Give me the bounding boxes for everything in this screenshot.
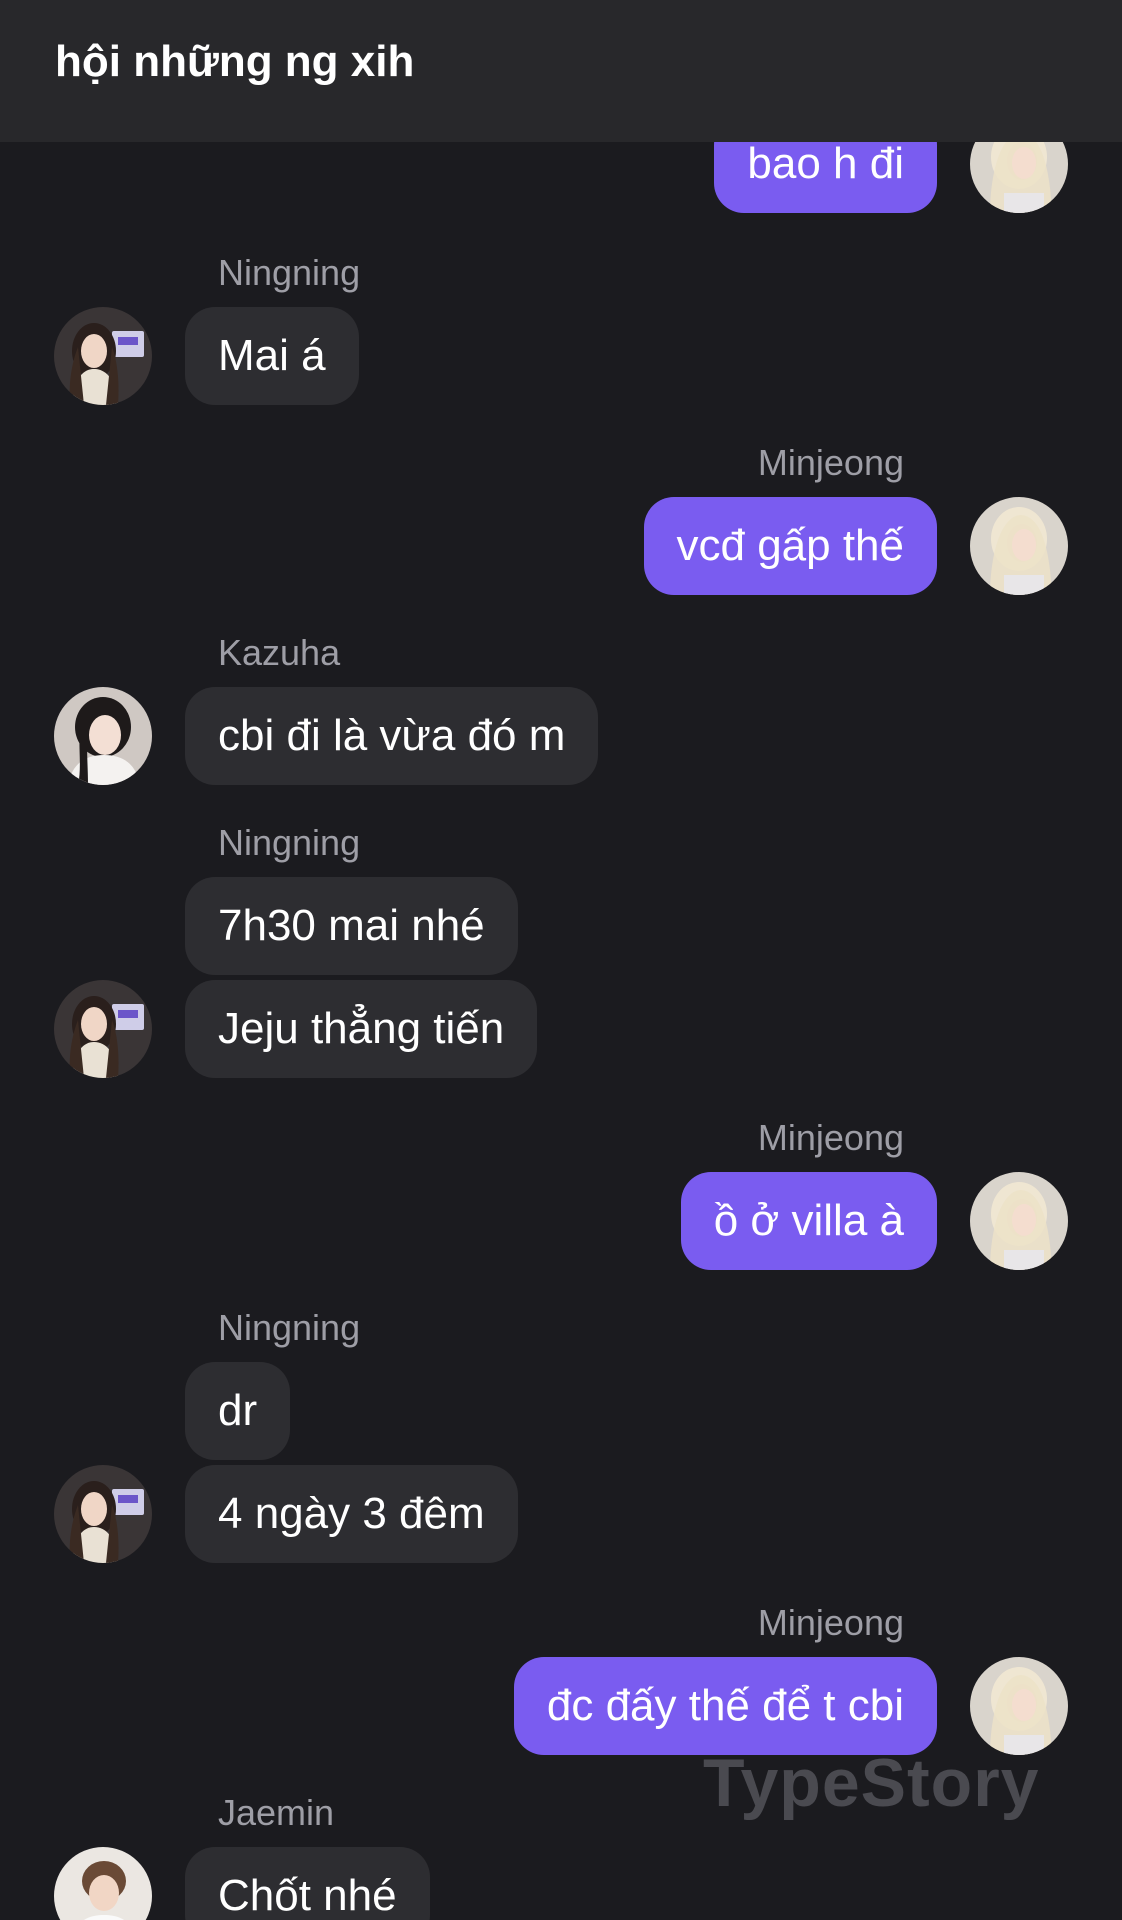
sender-name: Minjeong	[757, 442, 904, 483]
sender-name: Ningning	[218, 1307, 361, 1348]
outgoing-message-bubble[interactable]: ồ ở villa à	[680, 1172, 937, 1270]
minjeong-avatar[interactable]	[970, 1657, 1068, 1755]
sender-name: Jaemin	[218, 1792, 335, 1833]
sender-name: Minjeong	[757, 1117, 904, 1158]
incoming-message-bubble[interactable]: 7h30 mai nhé	[185, 877, 518, 975]
ningning-avatar[interactable]	[54, 1465, 152, 1563]
sender-name: Ningning	[218, 822, 361, 863]
incoming-message-bubble[interactable]: cbi đi là vừa đó m	[185, 687, 599, 785]
chat-screen: hội những ng xih bao h đi Ningning Mai á…	[0, 0, 1122, 1920]
incoming-message-bubble[interactable]: dr	[185, 1362, 291, 1460]
outgoing-message-bubble[interactable]: đc đấy thế để t cbi	[513, 1657, 937, 1755]
incoming-message-bubble[interactable]: Jeju thẳng tiến	[185, 980, 538, 1078]
typestory-watermark: TypeStory	[703, 1745, 1040, 1821]
sender-name: Minjeong	[757, 1602, 904, 1643]
incoming-message-bubble[interactable]: Mai á	[185, 307, 359, 405]
kazuha-avatar[interactable]	[54, 687, 152, 785]
jaemin-avatar[interactable]	[54, 1847, 152, 1920]
sender-name: Kazuha	[218, 632, 341, 673]
ningning-avatar[interactable]	[54, 980, 152, 1078]
minjeong-avatar[interactable]	[970, 1172, 1068, 1270]
minjeong-avatar[interactable]	[970, 497, 1068, 595]
chat-header: hội những ng xih	[0, 0, 1122, 142]
incoming-message-bubble[interactable]: 4 ngày 3 đêm	[185, 1465, 518, 1563]
group-title[interactable]: hội những ng xih	[55, 36, 414, 88]
sender-name: Ningning	[218, 252, 361, 293]
ningning-avatar[interactable]	[54, 307, 152, 405]
outgoing-message-bubble[interactable]: vcđ gấp thế	[643, 497, 937, 595]
incoming-message-bubble[interactable]: Chốt nhé	[185, 1847, 430, 1920]
